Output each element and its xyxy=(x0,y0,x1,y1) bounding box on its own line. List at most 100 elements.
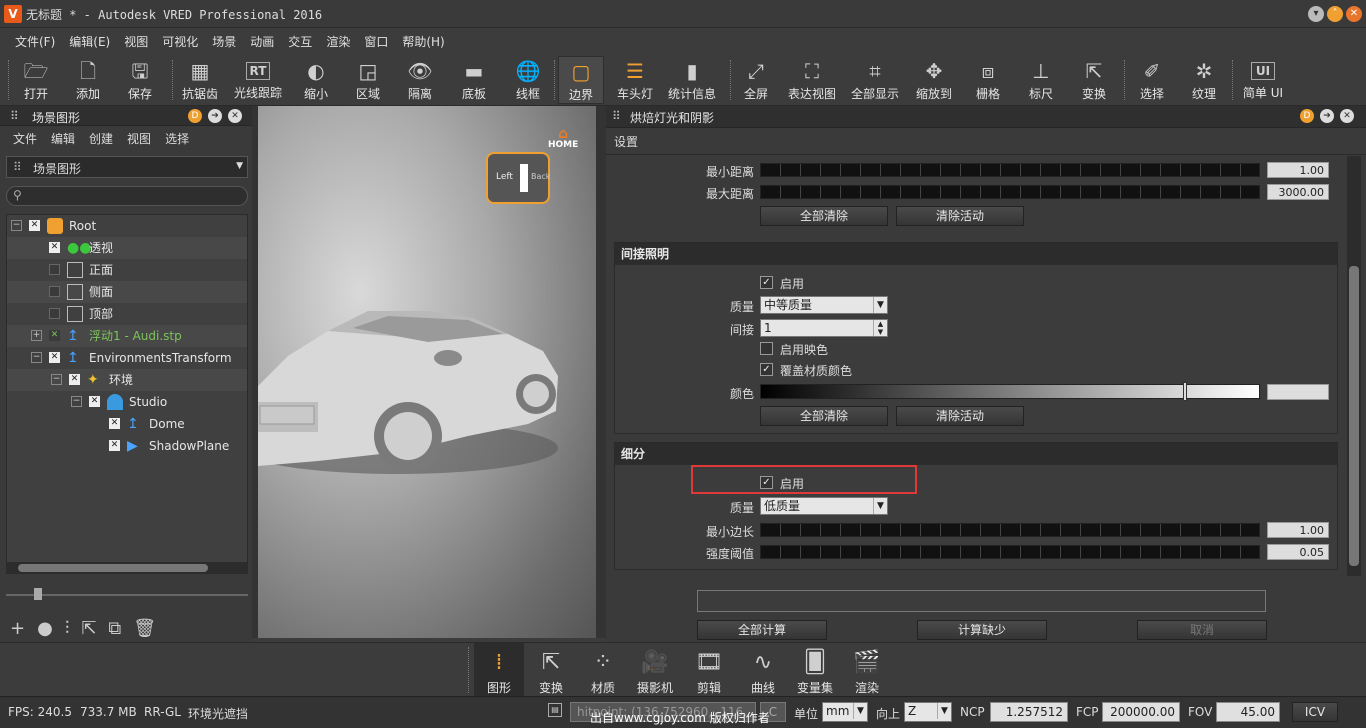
tree-node-dome[interactable]: ✕ ↥ Dome xyxy=(7,413,247,435)
tree-node-environment[interactable]: − ✕ ✦ 环境 xyxy=(7,369,247,391)
menu-file[interactable]: 文件(F) xyxy=(8,28,62,54)
color-swatch[interactable] xyxy=(1267,384,1329,400)
sg-menu-file[interactable]: 文件 xyxy=(6,126,44,152)
hierarchy-icon[interactable]: ⫶ xyxy=(65,618,82,639)
zoom-to-button[interactable]: ✥ 缩放到 xyxy=(910,56,958,104)
transform-button[interactable]: ⇱ 变换 xyxy=(1072,56,1116,104)
scenegraph-combo[interactable]: ⠿ 场景图形 ▼ xyxy=(6,156,248,178)
splitter-left[interactable] xyxy=(252,106,258,638)
ncp-field[interactable]: 1.257512 xyxy=(990,702,1068,722)
menu-interaction[interactable]: 交互 xyxy=(281,28,319,54)
dock-icon[interactable]: D xyxy=(1300,109,1314,123)
scenegraph-search[interactable]: ⚲ xyxy=(6,186,248,206)
tree-node-environments[interactable]: − ✕ ↥ EnvironmentsTransform xyxy=(7,347,247,369)
close-panel-icon[interactable]: ✕ xyxy=(1340,109,1354,123)
scroll-thumb[interactable] xyxy=(1349,266,1359,566)
bounds-button[interactable]: ▢ 边界 xyxy=(558,56,604,104)
tree-node-audi[interactable]: + ✕ ↥ 浮动1 - Audi.stp xyxy=(7,325,247,347)
module-materials[interactable]: ⁘ 材质 xyxy=(578,643,628,697)
compute-missing-button[interactable]: 计算缺少 xyxy=(917,620,1047,640)
fullscreen-button[interactable]: ⤢ 全屏 xyxy=(736,56,776,104)
select-button[interactable]: ✐ 选择 xyxy=(1130,56,1174,104)
menu-render[interactable]: 渲染 xyxy=(319,28,357,54)
texture-button[interactable]: ✲ 纹理 xyxy=(1182,56,1226,104)
menu-scene[interactable]: 场景 xyxy=(205,28,243,54)
icv-button[interactable]: ICV xyxy=(1292,702,1338,722)
sg-menu-view[interactable]: 视图 xyxy=(120,126,158,152)
show-all-button[interactable]: ⌗ 全部显示 xyxy=(846,56,904,104)
headlight-button[interactable]: ☰ 车头灯 xyxy=(610,56,660,104)
override-material-checkbox[interactable]: ✓ xyxy=(760,363,773,376)
subdivision-quality-select[interactable]: 低质量 ▼ xyxy=(760,497,888,515)
tree-node-root[interactable]: − ✕ Root xyxy=(7,215,247,237)
float-icon[interactable]: ➔ xyxy=(208,109,222,123)
tree-node-top[interactable]: 顶部 xyxy=(7,303,247,325)
cancel-button[interactable]: 取消 xyxy=(1137,620,1267,640)
restore-button[interactable]: ˄ xyxy=(1327,6,1343,22)
viewcube-back-face[interactable]: Back xyxy=(531,172,550,181)
antialias-button[interactable]: ▦ 抗锯齿 xyxy=(178,56,222,104)
menu-help[interactable]: 帮助(H) xyxy=(395,28,451,54)
subdivision-enable-checkbox[interactable]: ✓ xyxy=(760,476,773,489)
compute-all-button[interactable]: 全部计算 xyxy=(697,620,827,640)
menu-window[interactable]: 窗口 xyxy=(357,28,395,54)
max-distance-field[interactable]: 3000.00 xyxy=(1267,184,1329,200)
viewcube[interactable]: Left Back xyxy=(486,152,550,204)
sg-menu-edit[interactable]: 编辑 xyxy=(44,126,82,152)
min-edge-slider[interactable] xyxy=(760,523,1260,537)
tree-node-side[interactable]: 侧面 xyxy=(7,281,247,303)
module-variantsets[interactable]: 🂠 变量集 xyxy=(790,643,840,697)
region-button[interactable]: ◲ 区域 xyxy=(346,56,390,104)
fov-field[interactable]: 45.00 xyxy=(1216,702,1280,722)
shading-button[interactable]: ◐ 缩小 xyxy=(294,56,338,104)
menu-view[interactable]: 视图 xyxy=(117,28,155,54)
intensity-threshold-slider[interactable] xyxy=(760,545,1260,559)
module-curves[interactable]: ∿ 曲线 xyxy=(738,643,788,697)
close-button[interactable]: ✕ xyxy=(1346,6,1362,22)
scroll-thumb[interactable] xyxy=(18,564,208,572)
module-transform[interactable]: ⇱ 变换 xyxy=(526,643,576,697)
viewcube-home[interactable]: ⌂ HOME xyxy=(548,127,578,150)
clear-active-button[interactable]: 清除活动 xyxy=(896,206,1024,226)
settings-vscrollbar[interactable] xyxy=(1347,156,1361,576)
up-axis-select[interactable]: Z ▼ xyxy=(904,702,952,722)
open-button[interactable]: 🗁 打开 xyxy=(14,56,58,104)
grid-button[interactable]: ⧈ 栅格 xyxy=(966,56,1010,104)
viewcube-left-face[interactable]: Left xyxy=(496,172,513,182)
float-icon[interactable]: ➔ xyxy=(1320,109,1334,123)
sg-menu-create[interactable]: 创建 xyxy=(82,126,120,152)
indirect-enable-checkbox[interactable]: ✓ xyxy=(760,276,773,289)
render-viewport[interactable]: ⌂ HOME Left Back xyxy=(258,106,596,638)
intensity-threshold-field[interactable]: 0.05 xyxy=(1267,544,1329,560)
tree-node-front[interactable]: 正面 xyxy=(7,259,247,281)
indirect-clear-all-button[interactable]: 全部清除 xyxy=(760,406,888,426)
clear-all-button[interactable]: 全部清除 xyxy=(760,206,888,226)
enable-tint-checkbox[interactable] xyxy=(760,342,773,355)
zoom-slider[interactable] xyxy=(6,594,248,596)
add-button[interactable]: 🗋 添加 xyxy=(66,56,110,104)
min-distance-slider[interactable] xyxy=(760,163,1260,177)
menu-edit[interactable]: 编辑(E) xyxy=(62,28,117,54)
min-distance-field[interactable]: 1.00 xyxy=(1267,162,1329,178)
statistics-button[interactable]: ▮ 统计信息 xyxy=(664,56,720,104)
splitter-right[interactable] xyxy=(596,106,606,638)
tree-node-perspective[interactable]: ✕ ●● 透视 xyxy=(7,237,247,259)
clone-icon[interactable]: ⧉ xyxy=(108,618,133,639)
wireframe-button[interactable]: 🌐 线框 xyxy=(506,56,550,104)
indirect-quality-select[interactable]: 中等质量 ▼ xyxy=(760,296,888,314)
close-panel-icon[interactable]: ✕ xyxy=(228,109,242,123)
menu-visualization[interactable]: 可视化 xyxy=(155,28,205,54)
fcp-field[interactable]: 200000.00 xyxy=(1102,702,1180,722)
tree-node-studio[interactable]: − ✕ Studio xyxy=(7,391,247,413)
save-button[interactable]: 🖫 保存 xyxy=(118,56,162,104)
tab-settings[interactable]: 设置 xyxy=(614,133,638,150)
indirect-bounce-spinbox[interactable]: 1 ▲ ▼ xyxy=(760,319,888,337)
module-clips[interactable]: 🎞 剪辑 xyxy=(684,643,734,697)
terminal-icon[interactable]: ▤ xyxy=(548,703,562,717)
move-icon[interactable]: ⇱ xyxy=(81,618,108,639)
tree-node-shadowplane[interactable]: ✕ ▶ ShadowPlane xyxy=(7,435,247,457)
simple-ui-button[interactable]: UI 简单 UI xyxy=(1238,56,1288,104)
unit-select[interactable]: mm ▼ xyxy=(822,702,868,722)
raytrace-button[interactable]: RT 光线跟踪 xyxy=(230,56,286,104)
minimize-button[interactable]: ▾ xyxy=(1308,6,1324,22)
